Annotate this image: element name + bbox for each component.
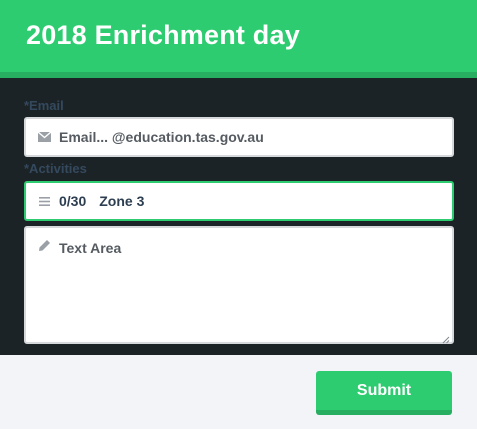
envelope-icon — [35, 132, 53, 142]
resize-handle-icon[interactable] — [441, 331, 450, 344]
email-field[interactable]: Email... @education.tas.gov.au — [24, 117, 454, 157]
activities-select[interactable]: 0/30 Zone 3 — [24, 181, 454, 221]
activities-label: *Activities — [24, 161, 87, 176]
page-header: 2018 Enrichment day — [0, 0, 477, 78]
notes-placeholder: Text Area — [59, 240, 122, 256]
notes-textarea[interactable]: Text Area — [24, 226, 454, 344]
pencil-icon — [35, 240, 53, 251]
email-placeholder: Email... @education.tas.gov.au — [59, 129, 264, 145]
list-icon — [35, 196, 53, 206]
submit-button[interactable]: Submit — [316, 371, 452, 415]
activities-count: 0/30 — [59, 193, 87, 209]
activities-value: Zone 3 — [99, 193, 145, 209]
page-title: 2018 Enrichment day — [26, 20, 300, 50]
email-label: *Email — [24, 98, 64, 113]
